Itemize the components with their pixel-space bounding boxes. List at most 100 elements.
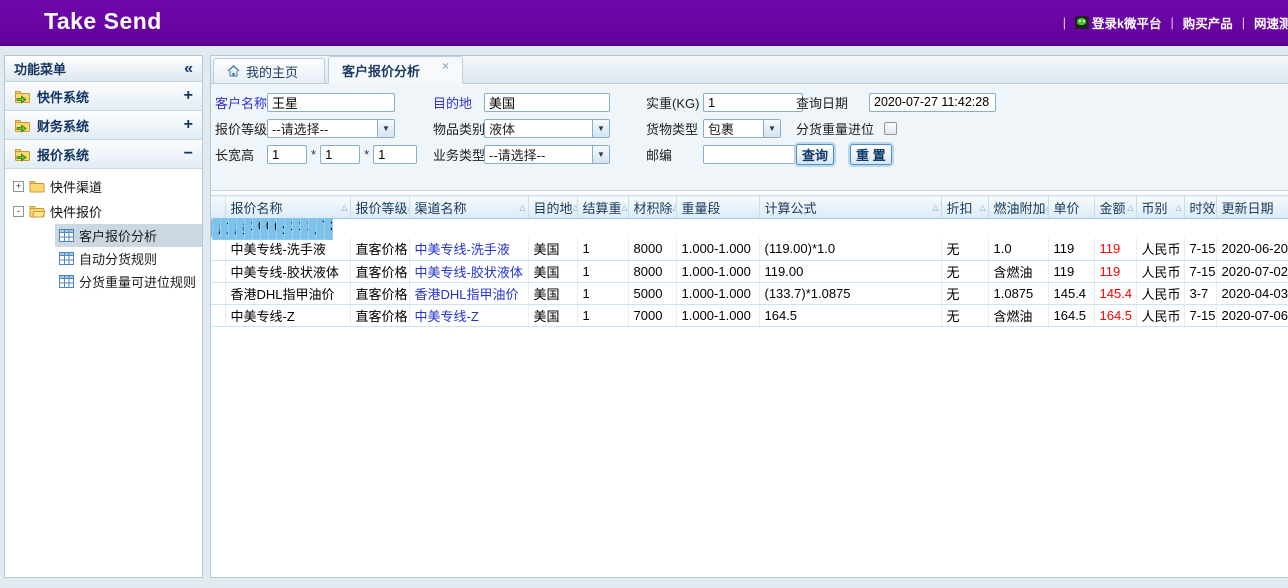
tree-leaf-weight-carry-rules[interactable]: 分货重量可进位规则 bbox=[55, 270, 202, 293]
col-channel-name[interactable]: 渠道名称△ bbox=[409, 196, 528, 219]
col-volume-divisor[interactable]: 材积除△ bbox=[628, 196, 676, 219]
cell-quote-name: 中美专线-Z bbox=[225, 304, 350, 326]
col-weight-range[interactable]: 重量段 bbox=[676, 196, 759, 219]
cell-unit-price: 119 bbox=[1048, 260, 1094, 282]
col-currency[interactable]: 币别△ bbox=[1136, 196, 1184, 219]
cell-channel: 中美专线-洗手液 bbox=[409, 238, 528, 260]
tree-node-express-quote[interactable]: - 快件报价 bbox=[5, 199, 202, 224]
quote-level-select[interactable]: --请选择-- ▼ bbox=[267, 119, 395, 138]
query-button[interactable]: 查询 bbox=[796, 144, 834, 165]
cell-fuel: 含燃油 bbox=[988, 304, 1048, 326]
col-formula[interactable]: 计算公式△ bbox=[759, 196, 941, 219]
cell-aging: 7-15 bbox=[1184, 260, 1216, 282]
sidebar-group-quote[interactable]: 报价系统 − bbox=[5, 140, 202, 169]
item-category-select[interactable]: 液体 ▼ bbox=[484, 119, 610, 138]
chevron-down-icon: ▼ bbox=[592, 120, 609, 137]
cargo-type-select[interactable]: 包裹 ▼ bbox=[703, 119, 781, 138]
sidebar-group-express[interactable]: 快件系统 + bbox=[5, 82, 202, 111]
tree-node-express-channel[interactable]: + 快件渠道 bbox=[5, 174, 202, 199]
folder-arrow-icon bbox=[14, 89, 31, 104]
tab-my-homepage[interactable]: 我的主页 bbox=[213, 58, 325, 83]
query-date-input[interactable] bbox=[869, 93, 996, 112]
speed-test-link[interactable]: 网速测试 bbox=[1254, 13, 1288, 32]
sort-icon: △ bbox=[979, 203, 985, 212]
table-icon bbox=[59, 252, 74, 265]
field-customer-name: 客户名称 bbox=[215, 91, 395, 113]
table-row[interactable]: 香港DHL指甲油价 直客价格 香港DHL指甲油价 美国 1 5000 1.000… bbox=[211, 282, 1288, 304]
channel-link[interactable]: 中美专线-Z bbox=[415, 309, 479, 324]
tree-leaf-customer-quote-analysis[interactable]: 客户报价分析 bbox=[55, 224, 202, 247]
col-destination[interactable]: 目的地△ bbox=[528, 196, 577, 219]
customer-name-label: 客户名称 bbox=[215, 93, 267, 112]
zipcode-input[interactable] bbox=[703, 145, 803, 164]
quote-level-label: 报价等级 bbox=[215, 119, 267, 138]
table-row[interactable]: 中美专线-洗手液 直客价格 中美专线-洗手液 美国 1 8000 1.000-1… bbox=[211, 238, 1288, 260]
chevron-down-icon: ▼ bbox=[377, 120, 394, 137]
cell-update-date: 2020-04-03 bbox=[1216, 282, 1288, 304]
cargo-type-label: 货物类型 bbox=[646, 119, 703, 138]
channel-link[interactable]: 中美专线-胶状液体 bbox=[415, 265, 523, 280]
cargo-type-value: 包裹 bbox=[704, 119, 763, 138]
length-input[interactable] bbox=[267, 145, 307, 164]
col-fuel-surcharge[interactable]: 燃油附加△ bbox=[988, 196, 1048, 219]
reset-button[interactable]: 重 置 bbox=[850, 144, 892, 165]
col-amount[interactable]: 金额△ bbox=[1094, 196, 1136, 219]
field-query-date: 查询日期 bbox=[796, 91, 996, 113]
app-header: Take Send | 登录k微平台 | 购买产品 | 网速测试 bbox=[0, 0, 1288, 46]
cell-destination: 美国 bbox=[528, 260, 577, 282]
sidebar-group-finance[interactable]: 财务系统 + bbox=[5, 111, 202, 140]
tree-leaf-label: 分货重量可进位规则 bbox=[79, 272, 196, 291]
col-settle-weight[interactable]: 结算重△ bbox=[577, 196, 628, 219]
sort-icon: △ bbox=[673, 203, 676, 212]
folder-icon bbox=[29, 180, 45, 193]
expand-icon[interactable]: + bbox=[184, 116, 193, 134]
expand-icon[interactable]: + bbox=[184, 87, 193, 105]
actual-weight-label: 实重(KG) bbox=[646, 93, 703, 112]
col-discount[interactable]: 折扣△ bbox=[941, 196, 988, 219]
expander-minus-icon[interactable]: - bbox=[13, 206, 24, 217]
col-quote-name[interactable]: 报价名称△ bbox=[225, 196, 350, 219]
channel-link[interactable]: 中美专线-洗手液 bbox=[415, 242, 510, 257]
table-row[interactable]: 中美专线-Z 直客价格 中美专线-Z 美国 1 7000 1.000-1.000… bbox=[211, 304, 1288, 326]
tab-customer-quote-analysis[interactable]: 客户报价分析 × bbox=[328, 56, 463, 84]
divider: | bbox=[1170, 16, 1173, 30]
cell-settle-weight: 1 bbox=[577, 304, 628, 326]
tree-leaf-auto-distribution-rules[interactable]: 自动分货规则 bbox=[55, 247, 202, 270]
channel-link[interactable]: 香港DHL指甲油价 bbox=[415, 287, 519, 302]
sidebar-header: 功能菜单 « bbox=[5, 56, 202, 82]
col-update-date[interactable]: 更新日期△ bbox=[1216, 196, 1288, 219]
close-tab-icon[interactable]: × bbox=[442, 59, 449, 73]
chevron-down-icon: ▼ bbox=[592, 146, 609, 163]
table-row[interactable]: 广州E邮宝-Z 直客价格 广州E邮宝-Z 美国 1 0 0.051-2.000 … bbox=[211, 219, 225, 238]
weight-carry-checkbox[interactable] bbox=[884, 122, 897, 135]
login-wechat-link[interactable]: 登录k微平台 bbox=[1075, 13, 1161, 32]
cell-weight-range: 1.000-1.000 bbox=[676, 238, 759, 260]
cell-settle-weight: 1 bbox=[245, 218, 253, 240]
width-input[interactable] bbox=[320, 145, 360, 164]
tab-label: 我的主页 bbox=[246, 62, 298, 81]
sidebar: 功能菜单 « 快件系统 + 财务系统 + 报价系统 − + 快件渠道 - 快件报… bbox=[4, 55, 203, 578]
height-input[interactable] bbox=[373, 145, 417, 164]
collapse-sidebar-icon[interactable]: « bbox=[184, 60, 193, 78]
folder-arrow-icon bbox=[14, 147, 31, 162]
expander-plus-icon[interactable]: + bbox=[13, 181, 24, 192]
business-type-label: 业务类型 bbox=[433, 145, 484, 164]
collapse-icon[interactable]: − bbox=[184, 145, 193, 163]
col-unit-price[interactable]: 单价 bbox=[1048, 196, 1094, 219]
field-business-type: 业务类型 --请选择-- ▼ bbox=[433, 143, 610, 165]
table-row[interactable]: 中美专线-胶状液体 直客价格 中美专线-胶状液体 美国 1 8000 1.000… bbox=[211, 260, 1288, 282]
field-dimensions: 长宽高 * * bbox=[215, 143, 417, 165]
col-quote-level[interactable]: 报价等级△ bbox=[350, 196, 409, 219]
destination-input[interactable] bbox=[484, 93, 610, 112]
business-type-value: --请选择-- bbox=[485, 145, 592, 164]
cell-quote-name: 中美专线-洗手液 bbox=[225, 238, 350, 260]
cell-fuel: 含燃油 bbox=[988, 260, 1048, 282]
col-aging[interactable]: 时效△ bbox=[1184, 196, 1216, 219]
field-actual-weight: 实重(KG) bbox=[646, 91, 803, 113]
cell-formula: 119.00 bbox=[759, 260, 941, 282]
customer-name-input[interactable] bbox=[267, 93, 395, 112]
business-type-select[interactable]: --请选择-- ▼ bbox=[484, 145, 610, 164]
buy-product-link[interactable]: 购买产品 bbox=[1183, 13, 1233, 32]
tree-node-label: 快件渠道 bbox=[50, 177, 102, 196]
actual-weight-input[interactable] bbox=[703, 93, 803, 112]
